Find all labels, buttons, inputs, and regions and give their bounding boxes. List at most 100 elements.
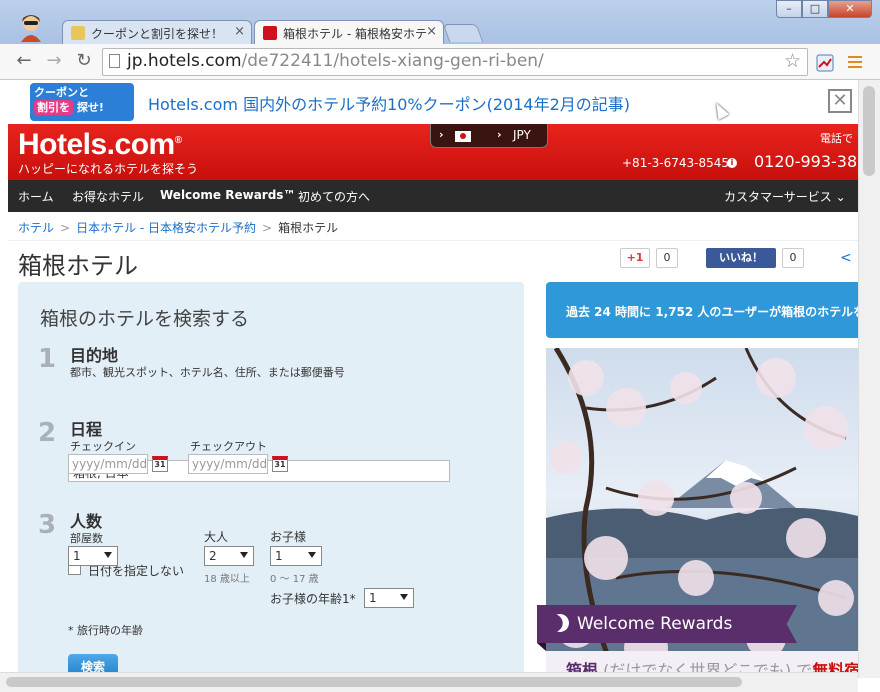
checkin-input[interactable]: yyyy/mm/dd bbox=[68, 454, 148, 474]
rooms-value: 1 bbox=[73, 549, 81, 563]
page-title: 箱根ホテル bbox=[18, 252, 138, 280]
child-age-value: 1 bbox=[369, 591, 377, 605]
coupon-link[interactable]: Hotels.com 国内外のホテル予約10%クーポン(2014年2月の記事) bbox=[148, 91, 630, 115]
hotels-favicon-icon bbox=[263, 26, 277, 40]
children-label: お子様 bbox=[270, 530, 307, 544]
horizontal-scrollbar[interactable] bbox=[0, 672, 858, 692]
bookmark-star-icon[interactable]: ☆ bbox=[784, 50, 801, 72]
tab-close-icon[interactable]: × bbox=[234, 24, 245, 39]
nav-item-first-time[interactable]: 初めての方へ bbox=[298, 188, 370, 205]
step-number: 3 bbox=[38, 510, 57, 540]
adults-value: 2 bbox=[209, 549, 217, 563]
child-age-select[interactable]: 1 bbox=[364, 588, 414, 608]
divider bbox=[8, 240, 858, 241]
nav-item-customer-service[interactable]: カスタマーサービス ⌄ bbox=[724, 188, 846, 205]
customer-service-label: カスタマーサービス bbox=[724, 190, 832, 204]
hotels-logo[interactable]: Hotels.com® bbox=[18, 128, 182, 162]
tab-hakone-hotels[interactable]: 箱根ホテル - 箱根格安ホテ × bbox=[254, 20, 444, 44]
children-hint: 0 ～ 17 歳 bbox=[270, 574, 319, 585]
page-viewport: クーポンと 割引を 探せ! Hotels.com 国内外のホテル予約10%クーポ… bbox=[0, 80, 858, 678]
rooms-select[interactable]: 1 bbox=[68, 546, 118, 566]
phone-label: 電話で bbox=[820, 132, 853, 145]
tab-title: クーポンと割引を探せ！ bbox=[91, 27, 224, 41]
coupon-close-icon[interactable]: ✕ bbox=[828, 89, 852, 113]
coupon-bar: クーポンと 割引を 探せ! Hotels.com 国内外のホテル予約10%クーポ… bbox=[0, 80, 858, 124]
profile-avatar-icon[interactable] bbox=[18, 12, 44, 42]
page-icon bbox=[109, 54, 120, 68]
browser-titlebar: クーポンと割引を探せ！ × 箱根ホテル - 箱根格安ホテ × – □ ✕ bbox=[0, 0, 880, 44]
tab-coupon[interactable]: クーポンと割引を探せ！ × bbox=[62, 20, 252, 44]
mouse-cursor-icon bbox=[710, 100, 730, 120]
nav-item-rewards[interactable]: Welcome Rewards™ bbox=[160, 188, 295, 202]
calendar-icon[interactable]: 31 bbox=[152, 456, 168, 472]
minimize-icon[interactable]: – bbox=[776, 0, 802, 18]
coupon-logo[interactable]: クーポンと 割引を 探せ! bbox=[30, 83, 134, 121]
moon-icon bbox=[548, 611, 571, 634]
back-icon[interactable]: ← bbox=[12, 50, 36, 74]
facebook-like-button[interactable]: いいね！ bbox=[706, 248, 776, 268]
locale-selector[interactable]: › › JPY bbox=[430, 124, 548, 148]
adults-select[interactable]: 2 bbox=[204, 546, 254, 566]
close-window-icon[interactable]: ✕ bbox=[828, 0, 872, 18]
chevron-right-icon: › bbox=[497, 128, 502, 141]
vertical-scrollbar[interactable] bbox=[858, 80, 880, 678]
currency-label: JPY bbox=[513, 128, 531, 142]
breadcrumb-japan[interactable]: 日本ホテル - 日本格安ホテル予約 bbox=[76, 221, 256, 235]
reload-icon[interactable]: ↻ bbox=[72, 50, 96, 74]
checkout-input[interactable]: yyyy/mm/dd bbox=[188, 454, 268, 474]
step-number: 2 bbox=[38, 418, 57, 448]
rooms-label: 部屋数 bbox=[70, 532, 103, 545]
phone-tollfree: 0120-993-386 bbox=[754, 152, 858, 171]
age-note: * 旅行時の年齢 bbox=[68, 624, 143, 637]
coupon-logo-line1: クーポンと bbox=[34, 86, 89, 99]
breadcrumb-separator: > bbox=[60, 221, 71, 235]
browser-toolbar: ← → ↻ jp.hotels.com/de722411/hotels-xian… bbox=[0, 44, 880, 80]
breadcrumb: ホテル > 日本ホテル - 日本格安ホテル予約 > 箱根ホテル bbox=[18, 219, 338, 236]
nav-item-deals[interactable]: お得なホテル bbox=[72, 188, 144, 205]
children-select[interactable]: 1 bbox=[270, 546, 322, 566]
breadcrumb-hotels[interactable]: ホテル bbox=[18, 221, 54, 235]
scroll-thumb[interactable] bbox=[6, 677, 742, 687]
destination-hint: 都市、観光スポット、ホテル名、住所、または郵便番号 bbox=[70, 366, 345, 379]
url-host: jp.hotels.com bbox=[127, 51, 242, 71]
nav-item-home[interactable]: ホーム bbox=[18, 188, 54, 205]
search-form-title: 箱根のホテルを検索する bbox=[40, 308, 250, 330]
dropdown-arrow-icon bbox=[308, 552, 316, 558]
ribbon-fold bbox=[537, 643, 546, 651]
gplus-count: 0 bbox=[656, 248, 678, 268]
step-number: 1 bbox=[38, 344, 57, 374]
url-path: /de722411/hotels-xiang-gen-ri-ben/ bbox=[241, 51, 544, 71]
info-icon[interactable]: i bbox=[727, 158, 737, 168]
window-controls: – □ ✕ bbox=[776, 0, 872, 18]
checkout-label: チェックアウト bbox=[190, 440, 267, 453]
welcome-rewards-ribbon[interactable]: Welcome Rewards bbox=[537, 605, 797, 643]
hotel-search-form: 箱根のホテルを検索する 1 目的地 都市、観光スポット、ホテル名、住所、または郵… bbox=[18, 282, 524, 678]
tab-title: 箱根ホテル - 箱根格安ホテ bbox=[283, 27, 427, 41]
dropdown-arrow-icon bbox=[240, 552, 248, 558]
breadcrumb-separator: > bbox=[262, 221, 273, 235]
ribbon-label: Welcome Rewards bbox=[577, 614, 733, 634]
calendar-icon[interactable]: 31 bbox=[272, 456, 288, 472]
browser-menu-icon[interactable] bbox=[848, 56, 862, 68]
chevron-right-icon: › bbox=[439, 128, 444, 141]
step-title-dates: 日程 bbox=[70, 420, 103, 439]
tagline: ハッピーになれるホテルを探そう bbox=[18, 162, 199, 176]
maximize-icon[interactable]: □ bbox=[802, 0, 828, 18]
forward-icon[interactable]: → bbox=[42, 50, 66, 74]
new-tab-button[interactable] bbox=[442, 24, 484, 42]
scroll-thumb[interactable] bbox=[863, 86, 875, 176]
activity-banner: 過去 24 時間に 1,752 人のユーザーが箱根のホテルを bbox=[546, 282, 858, 338]
extension-icon[interactable] bbox=[816, 54, 834, 72]
dropdown-arrow-icon bbox=[400, 594, 408, 600]
coupon-logo-line2b: 探せ! bbox=[76, 101, 104, 114]
dropdown-arrow-icon bbox=[104, 552, 112, 558]
step-title-destination: 目的地 bbox=[70, 346, 119, 365]
gplus-button[interactable]: +1 bbox=[620, 248, 650, 268]
site-header: Hotels.com® ハッピーになれるホテルを探そう › › JPY 電話で … bbox=[8, 124, 858, 180]
children-value: 1 bbox=[275, 549, 283, 563]
address-bar[interactable]: jp.hotels.com/de722411/hotels-xiang-gen-… bbox=[102, 48, 808, 76]
share-icon[interactable]: < bbox=[840, 250, 852, 270]
tab-close-icon[interactable]: × bbox=[426, 24, 437, 39]
adults-hint: 18 歳以上 bbox=[204, 574, 250, 585]
chevron-down-icon: ⌄ bbox=[835, 190, 846, 204]
